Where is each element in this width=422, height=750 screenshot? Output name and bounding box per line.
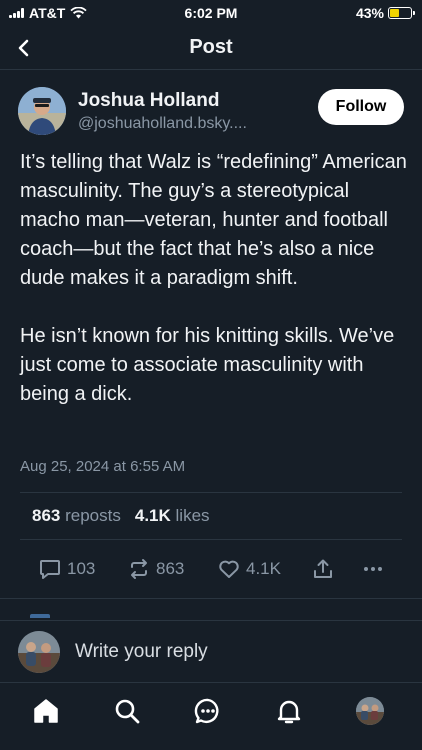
author-avatar[interactable] xyxy=(18,87,66,135)
battery-icon xyxy=(388,7,415,19)
status-right: 43% xyxy=(355,5,415,21)
like-button[interactable]: 4.1K xyxy=(217,557,281,581)
battery-level xyxy=(390,9,400,17)
author-handle[interactable]: @joshuaholland.bsky.... xyxy=(78,115,247,133)
post-paragraph: He isn’t known for his knitting skills. … xyxy=(20,325,395,405)
profile-avatar xyxy=(356,697,384,725)
reposts-stat[interactable]: 863 reposts xyxy=(32,506,121,526)
reposts-count: 863 xyxy=(32,506,61,525)
share-icon xyxy=(314,559,332,578)
divider xyxy=(20,492,402,493)
post-timestamp: Aug 25, 2024 at 6:55 AM xyxy=(20,458,186,475)
divider xyxy=(20,539,402,540)
likes-stat[interactable]: 4.1K likes xyxy=(135,506,210,526)
post-paragraph: It’s telling that Walz is “redefining” A… xyxy=(20,151,407,289)
heart-icon xyxy=(219,560,239,578)
reposts-label: reposts xyxy=(65,506,121,525)
reply-count: 103 xyxy=(67,559,96,578)
tab-home[interactable] xyxy=(30,695,62,727)
reply-composer[interactable]: Write your reply xyxy=(0,620,422,682)
my-avatar xyxy=(18,631,60,673)
page-title: Post xyxy=(189,36,233,58)
likes-count: 4.1K xyxy=(134,506,171,525)
reply-input[interactable]: Write your reply xyxy=(75,641,208,663)
follow-button[interactable]: Follow xyxy=(318,89,404,125)
avatar-photo xyxy=(356,697,384,725)
tab-chat[interactable] xyxy=(192,695,224,727)
status-bar: AT&T 6:02 PM 43% xyxy=(0,0,422,26)
likes-label: likes xyxy=(175,506,210,525)
battery-percent: 43% xyxy=(355,5,384,21)
bell-icon xyxy=(277,700,301,724)
like-count: 4.1K xyxy=(246,559,281,578)
tab-profile[interactable] xyxy=(354,695,386,727)
more-options-button[interactable] xyxy=(362,557,384,581)
repost-icon xyxy=(131,559,147,579)
tab-search[interactable] xyxy=(111,695,143,727)
comment-icon xyxy=(40,560,60,579)
post-stats: 863 reposts 4.1K likes xyxy=(32,506,210,526)
ellipsis-icon xyxy=(364,567,382,571)
top-nav: Post xyxy=(0,26,422,70)
next-post-peek xyxy=(30,614,50,618)
author-name[interactable]: Joshua Holland xyxy=(78,90,219,112)
chat-icon xyxy=(194,698,219,724)
section-divider xyxy=(0,598,422,599)
post-text: It’s telling that Walz is “redefining” A… xyxy=(20,148,410,438)
home-icon xyxy=(34,699,58,723)
repost-count: 863 xyxy=(156,559,185,578)
search-icon xyxy=(115,699,140,724)
avatar-photo xyxy=(18,87,66,135)
reply-button[interactable]: 103 xyxy=(38,557,95,581)
share-button[interactable] xyxy=(311,557,335,581)
bottom-tab-bar xyxy=(0,682,422,750)
avatar-photo xyxy=(18,631,60,673)
repost-button[interactable]: 863 xyxy=(127,557,184,581)
tab-notifications[interactable] xyxy=(273,695,305,727)
post-actions: 103 863 4.1K xyxy=(0,555,422,585)
